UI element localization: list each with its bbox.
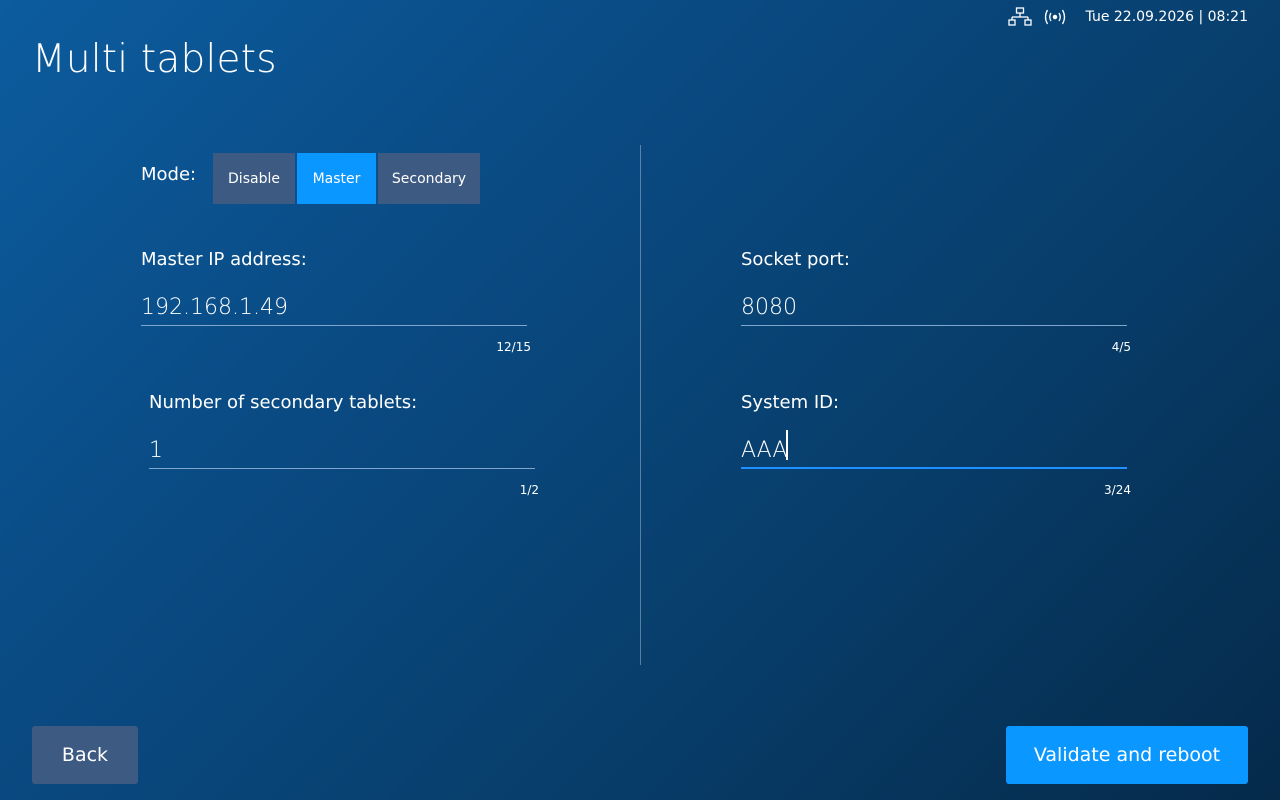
validate-and-reboot-button[interactable]: Validate and reboot xyxy=(1006,726,1248,784)
mode-segmented-control: Disable Master Secondary xyxy=(213,153,480,204)
mode-disable-button[interactable]: Disable xyxy=(213,153,295,204)
wireless-signal-icon xyxy=(1042,8,1068,26)
secondary-count-input[interactable] xyxy=(149,433,535,469)
master-ip-counter: 12/15 xyxy=(496,340,531,354)
system-id-input[interactable] xyxy=(741,433,1127,469)
mode-master-button[interactable]: Master xyxy=(297,153,376,204)
ethernet-network-icon xyxy=(1007,7,1032,27)
back-button[interactable]: Back xyxy=(32,726,138,784)
mode-secondary-button[interactable]: Secondary xyxy=(378,153,480,204)
master-ip-label: Master IP address: xyxy=(141,249,307,270)
socket-port-input[interactable] xyxy=(741,290,1127,326)
status-bar: Tue 22.09.2026 | 08:21 xyxy=(1007,6,1248,28)
page-title: Multi tablets xyxy=(32,37,277,82)
system-id-counter: 3/24 xyxy=(1104,483,1131,497)
socket-port-label: Socket port: xyxy=(741,249,850,270)
datetime-display: Tue 22.09.2026 | 08:21 xyxy=(1085,9,1248,25)
secondary-count-label: Number of secondary tablets: xyxy=(149,392,418,413)
mode-label: Mode: xyxy=(141,164,197,185)
secondary-count-counter: 1/2 xyxy=(519,483,539,497)
vertical-divider xyxy=(640,145,641,665)
text-cursor xyxy=(786,430,788,460)
master-ip-input[interactable] xyxy=(141,290,527,326)
socket-port-counter: 4/5 xyxy=(1111,340,1131,354)
system-id-label: System ID: xyxy=(741,392,840,413)
